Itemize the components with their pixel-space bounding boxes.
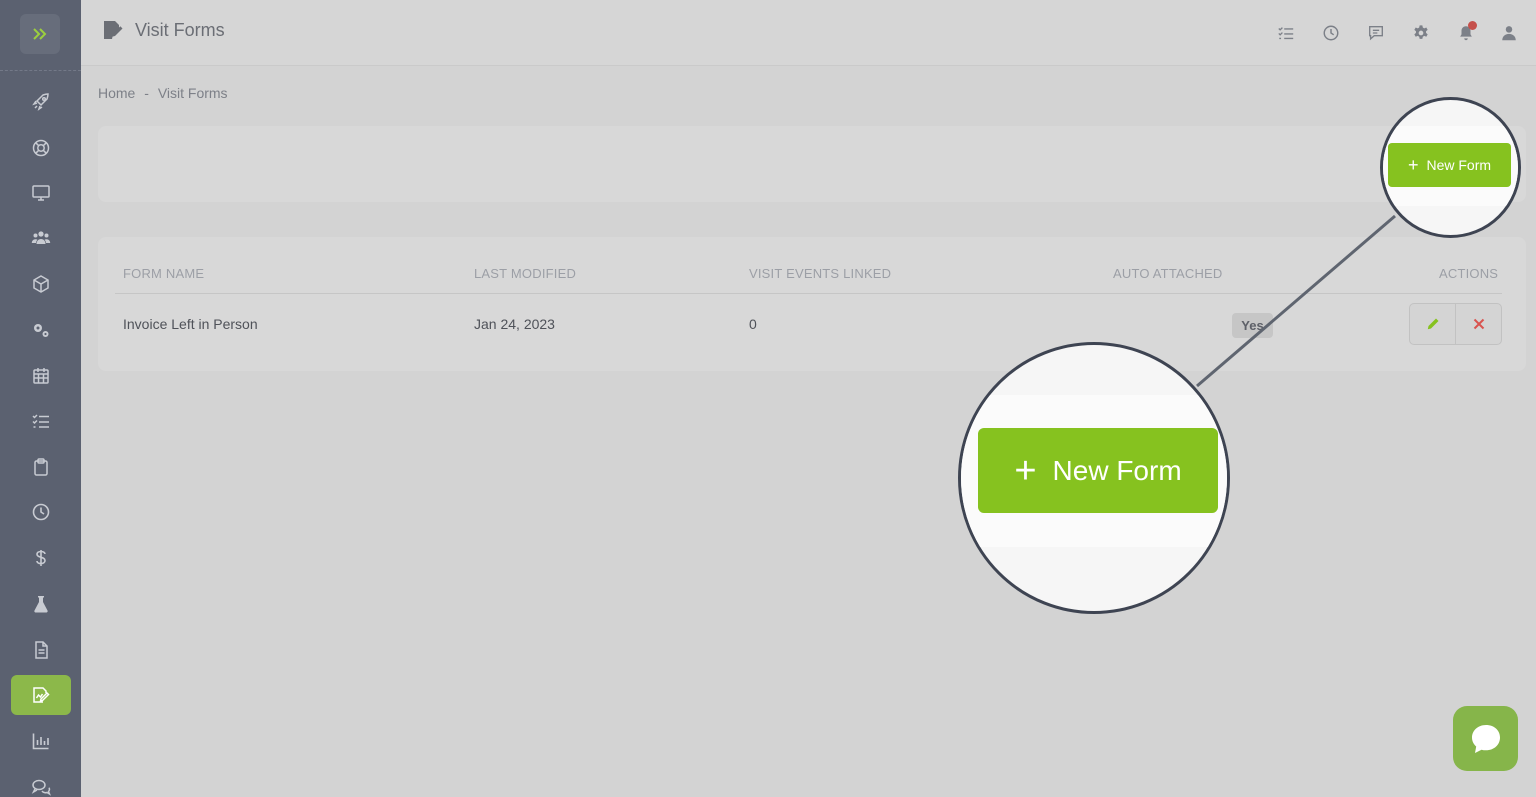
- page-title: Visit Forms: [135, 20, 225, 40]
- close-icon: [1473, 318, 1484, 330]
- edit-button[interactable]: [1410, 304, 1455, 344]
- auto-attached-badge: Yes: [1232, 313, 1273, 338]
- monitor-icon: [32, 185, 50, 201]
- sidebar-item-users[interactable]: [11, 218, 71, 258]
- message-icon[interactable]: [1366, 23, 1386, 43]
- sidebar-toggle-button[interactable]: [20, 14, 60, 54]
- breadcrumb-current: Visit Forms: [157, 85, 228, 101]
- sidebar-item-documents[interactable]: [11, 630, 71, 670]
- zoom-highlight-small: + New Form: [1380, 97, 1521, 238]
- column-header-visit-events-linked: VISIT EVENTS LINKED: [749, 266, 892, 281]
- plus-icon: +: [1014, 449, 1037, 492]
- column-header-last-modified: LAST MODIFIED: [474, 266, 577, 281]
- breadcrumb-home-link[interactable]: Home: [98, 85, 135, 101]
- cell-visit-events-linked: 0: [749, 316, 757, 332]
- chat-widget-button[interactable]: [1453, 706, 1518, 771]
- sidebar-item-clipboard[interactable]: [11, 447, 71, 487]
- sidebar-item-lab[interactable]: [11, 584, 71, 624]
- plus-icon: +: [1407, 155, 1419, 175]
- sidebar-item-billing[interactable]: [11, 538, 71, 578]
- dollar-icon: [36, 550, 46, 566]
- list-icon: [32, 414, 49, 428]
- clock-icon[interactable]: [1321, 23, 1341, 43]
- cell-last-modified: Jan 24, 2023: [474, 316, 555, 332]
- sidebar-divider: [0, 70, 81, 71]
- column-header-form-name: FORM NAME: [123, 266, 205, 281]
- forms-table-card: FORM NAME LAST MODIFIED VISIT EVENTS LIN…: [98, 237, 1526, 371]
- bar-chart-icon: [32, 733, 49, 750]
- user-icon[interactable]: [1499, 23, 1519, 43]
- cell-form-name[interactable]: Invoice Left in Person: [123, 316, 258, 332]
- breadcrumb: Home - Visit Forms: [98, 85, 228, 101]
- sidebar-item-reports[interactable]: [11, 721, 71, 761]
- double-chevron-right-icon: [33, 28, 47, 40]
- lifebuoy-icon: [32, 139, 50, 157]
- box-icon: [33, 275, 49, 293]
- document-icon: [35, 641, 48, 659]
- clock-icon: [32, 503, 50, 521]
- sidebar-item-messages[interactable]: [11, 767, 71, 797]
- gear-icon[interactable]: [1411, 23, 1431, 43]
- gears-icon: [34, 324, 49, 337]
- sidebar-item-rocket[interactable]: [11, 82, 71, 122]
- new-form-label: New Form: [1052, 454, 1182, 486]
- table-header-divider: [115, 293, 1502, 294]
- toolbar-card: [98, 126, 1526, 202]
- chat-bubble-icon: [1471, 724, 1500, 753]
- sidebar-item-monitor[interactable]: [11, 173, 71, 213]
- flask-icon: [34, 596, 48, 613]
- sidebar-item-support[interactable]: [11, 128, 71, 168]
- zoom-connector-line: [1196, 214, 1396, 388]
- form-edit-icon: [33, 687, 50, 703]
- clipboard-icon: [34, 458, 48, 476]
- users-icon: [31, 231, 51, 244]
- column-header-actions: ACTIONS: [1439, 266, 1499, 281]
- new-form-button[interactable]: + New Form: [1388, 143, 1511, 187]
- sidebar-item-settings[interactable]: [11, 310, 71, 350]
- breadcrumb-separator: -: [144, 85, 149, 101]
- checklist-icon[interactable]: [1276, 23, 1296, 43]
- sidebar-item-tasks[interactable]: [11, 401, 71, 441]
- sidebar-item-calendar[interactable]: [11, 356, 71, 396]
- new-form-button-magnified[interactable]: + New Form: [978, 428, 1218, 513]
- calendar-icon: [33, 368, 49, 384]
- column-header-auto-attached: AUTO ATTACHED: [1113, 266, 1223, 281]
- rocket-icon: [32, 93, 49, 111]
- new-form-label: New Form: [1426, 157, 1492, 173]
- chat-icon: [31, 779, 51, 796]
- form-edit-icon: [101, 18, 125, 42]
- notification-dot: [1468, 21, 1477, 30]
- row-actions: [1409, 303, 1502, 345]
- sidebar: [0, 0, 81, 797]
- top-header: Visit Forms: [81, 0, 1536, 66]
- sidebar-item-visit-forms[interactable]: [11, 675, 71, 715]
- sidebar-item-history[interactable]: [11, 492, 71, 532]
- sidebar-item-inventory[interactable]: [11, 264, 71, 304]
- bell-icon[interactable]: [1456, 21, 1477, 43]
- delete-button[interactable]: [1455, 304, 1501, 344]
- zoom-highlight-large: + New Form: [958, 342, 1230, 614]
- pencil-icon: [1427, 318, 1438, 330]
